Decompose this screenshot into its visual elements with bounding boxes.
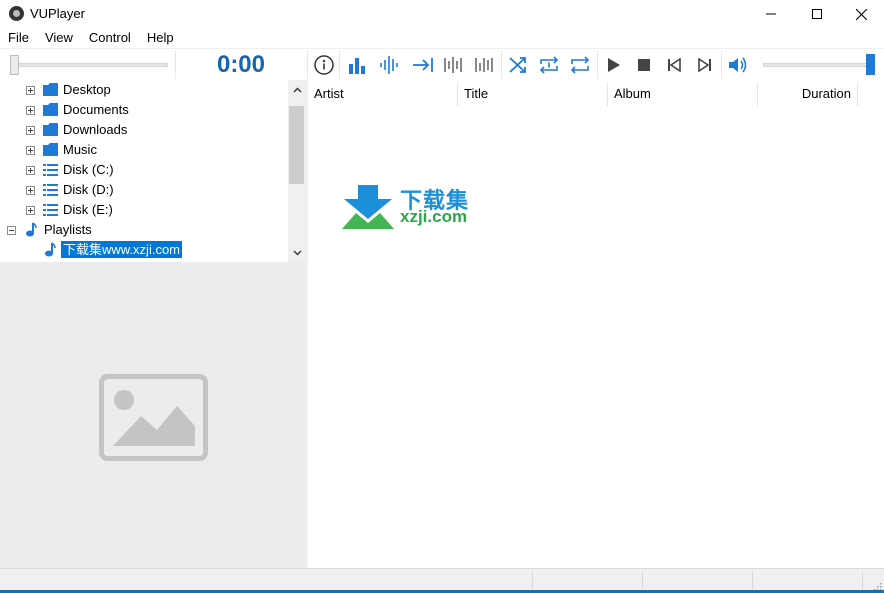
vu-meter-icon [475,58,493,72]
chevron-down-icon [293,250,301,255]
seek-bar[interactable] [10,63,168,67]
expand-icon[interactable] [26,126,35,135]
info-icon [314,55,334,75]
menu-control[interactable]: Control [81,28,139,48]
stop-icon [638,59,650,71]
volume-button[interactable] [723,52,753,78]
minimize-button[interactable] [748,0,794,28]
expand-icon[interactable] [26,86,35,95]
status-cell [752,571,753,591]
repeat-playlist-icon [570,56,590,74]
shuffle-icon [509,57,526,73]
watermark-url: xzji.com [400,207,468,226]
status-cell [862,571,863,591]
seek-thumb[interactable] [10,55,19,75]
chevron-up-icon [293,87,301,92]
time-display: 0:00 [216,51,266,78]
column-header-artist[interactable]: Artist [308,82,458,106]
tree-item-playlists[interactable]: Playlists [0,220,288,240]
folder-icon [43,123,58,136]
vu-meter-button[interactable] [470,52,500,78]
disk-icon [43,184,58,196]
watermark: 下载集 xzji.com [340,185,485,230]
tree-item-documents[interactable]: Documents [0,100,288,120]
waveform-button[interactable] [375,52,405,78]
maximize-button[interactable] [794,0,840,28]
tree-item-desktop[interactable]: Desktop [0,80,288,100]
repeat-track-button[interactable] [534,52,564,78]
crossfade-icon [413,58,433,72]
play-icon [608,58,620,72]
expand-icon[interactable] [26,106,35,115]
peak-meter-icon [444,57,462,73]
menu-help[interactable]: Help [139,28,182,48]
next-icon [698,58,711,72]
toolbar-separator [501,51,502,79]
tree-item-disk-c[interactable]: Disk (C:) [0,160,288,180]
tree-item-disk-d[interactable]: Disk (D:) [0,180,288,200]
next-button[interactable] [690,52,720,78]
stop-button[interactable] [629,52,659,78]
crossfade-button[interactable] [408,52,438,78]
peak-meter-button[interactable] [439,52,469,78]
column-header-title[interactable]: Title [458,82,608,106]
volume-thumb[interactable] [866,54,875,75]
menu-view[interactable]: View [37,28,81,48]
scroll-down-button[interactable] [288,244,306,261]
equalizer-icon [349,58,365,74]
toolbar-separator [339,51,340,79]
tree-item-downloads[interactable]: Downloads [0,120,288,140]
folder-icon [43,103,58,116]
disk-icon [43,204,58,216]
toolbar-separator [307,51,308,79]
tree-item-disk-e[interactable]: Disk (E:) [0,200,288,220]
folder-icon [43,83,58,96]
tree-item-music[interactable]: Music [0,140,288,160]
info-button[interactable] [309,52,339,78]
tree-item-playlist[interactable]: 下载集www.xzji.com [0,240,288,260]
toolbar-separator [597,51,598,79]
window-title: VUPlayer [30,6,85,21]
app-logo-icon [9,6,24,21]
close-icon [855,8,867,20]
close-button[interactable] [838,0,884,28]
expand-icon[interactable] [26,166,35,175]
column-header-album[interactable]: Album [608,82,758,106]
image-placeholder-icon [99,374,208,461]
music-note-icon [26,222,37,237]
column-header-duration[interactable]: Duration [758,82,858,106]
equalizer-button[interactable] [342,52,372,78]
expand-icon[interactable] [26,186,35,195]
waveform-icon [380,56,398,74]
menu-file[interactable]: File [0,28,37,48]
status-cell [642,571,643,591]
status-cell [532,571,533,591]
maximize-icon [812,9,822,19]
previous-button[interactable] [659,52,689,78]
toolbar-separator [721,51,722,79]
expand-icon[interactable] [26,146,35,155]
expand-icon[interactable] [26,206,35,215]
repeat-track-icon [539,56,559,74]
play-button[interactable] [599,52,629,78]
music-note-icon [45,242,56,257]
previous-icon [668,58,681,72]
volume-slider[interactable] [763,63,867,67]
title-bar: VUPlayer [0,0,884,28]
watermark-logo-icon [342,185,394,229]
playlist-view: Artist Title Album Duration [308,80,884,568]
scroll-thumb[interactable] [289,106,304,184]
library-tree: Desktop Documents Downloads Music Disk (… [0,80,306,262]
collapse-icon[interactable] [7,226,16,235]
tree-scrollbar[interactable] [288,80,306,262]
volume-icon [729,57,747,73]
minimize-icon [766,13,776,15]
folder-icon [43,143,58,156]
repeat-playlist-button[interactable] [565,52,595,78]
shuffle-button[interactable] [503,52,533,78]
menu-bar: File View Control Help [0,28,884,48]
scroll-up-button[interactable] [288,81,306,98]
toolbar: 0:00 [0,48,884,80]
disk-icon [43,164,58,176]
